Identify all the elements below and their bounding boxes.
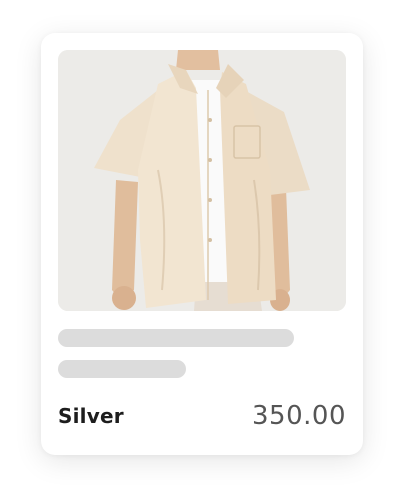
skeleton-line-1 (58, 329, 294, 347)
product-price: 350.00 (252, 401, 346, 431)
product-name: Silver (58, 404, 124, 428)
product-footer: Silver 350.00 (58, 399, 346, 433)
skeleton-line-2 (58, 360, 186, 378)
product-image[interactable] (58, 50, 346, 311)
product-card[interactable]: Silver 350.00 (41, 33, 363, 455)
